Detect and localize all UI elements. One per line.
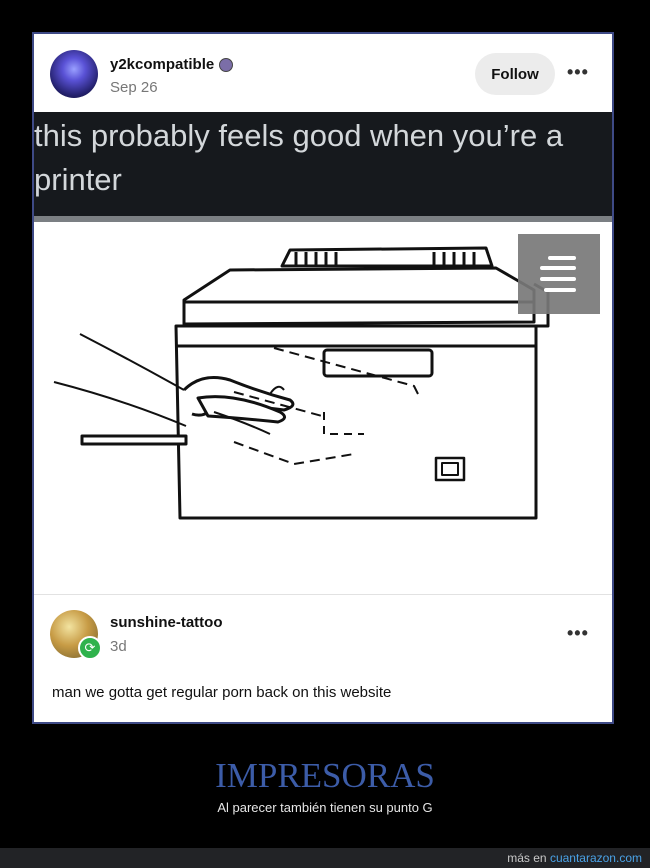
meme-title: IMPRESORAS [215,756,435,795]
more-options-icon[interactable]: ••• [567,62,589,83]
post-header: y2kcompatible Sep 26 Follow ••• [34,34,612,114]
meme-subtitle: Al parecer también tienen su punto G [217,800,433,815]
section-divider [34,594,612,595]
verified-badge-icon [219,57,234,72]
footer-text: más en cuantarazon.com [507,851,642,865]
username[interactable]: y2kcompatible [110,56,234,73]
username-label[interactable]: y2kcompatible [110,56,214,73]
footer-bar: más en cuantarazon.com [0,848,650,868]
reblog-comment: man we gotta get regular porn back on th… [52,684,392,701]
reblog-date[interactable]: 3d [110,638,127,655]
post-image [34,222,612,594]
reblog-username[interactable]: sunshine-tattoo [110,614,223,631]
reblog-more-options-icon[interactable]: ••• [567,623,589,644]
post-card: y2kcompatible Sep 26 Follow ••• this pro… [32,32,614,724]
reblog-icon: ⟳ [78,636,102,660]
caption-screenshot: this probably feels good when you’re a p… [34,112,612,222]
follow-button[interactable]: Follow [475,53,555,95]
footer-site-link[interactable]: cuantarazon.com [550,851,642,865]
avatar[interactable] [50,50,98,98]
post-date[interactable]: Sep 26 [110,79,158,96]
footer-prefix: más en [507,851,550,865]
caption-text: this probably feels good when you’re a p… [34,118,564,197]
menu-icon[interactable] [518,234,600,314]
